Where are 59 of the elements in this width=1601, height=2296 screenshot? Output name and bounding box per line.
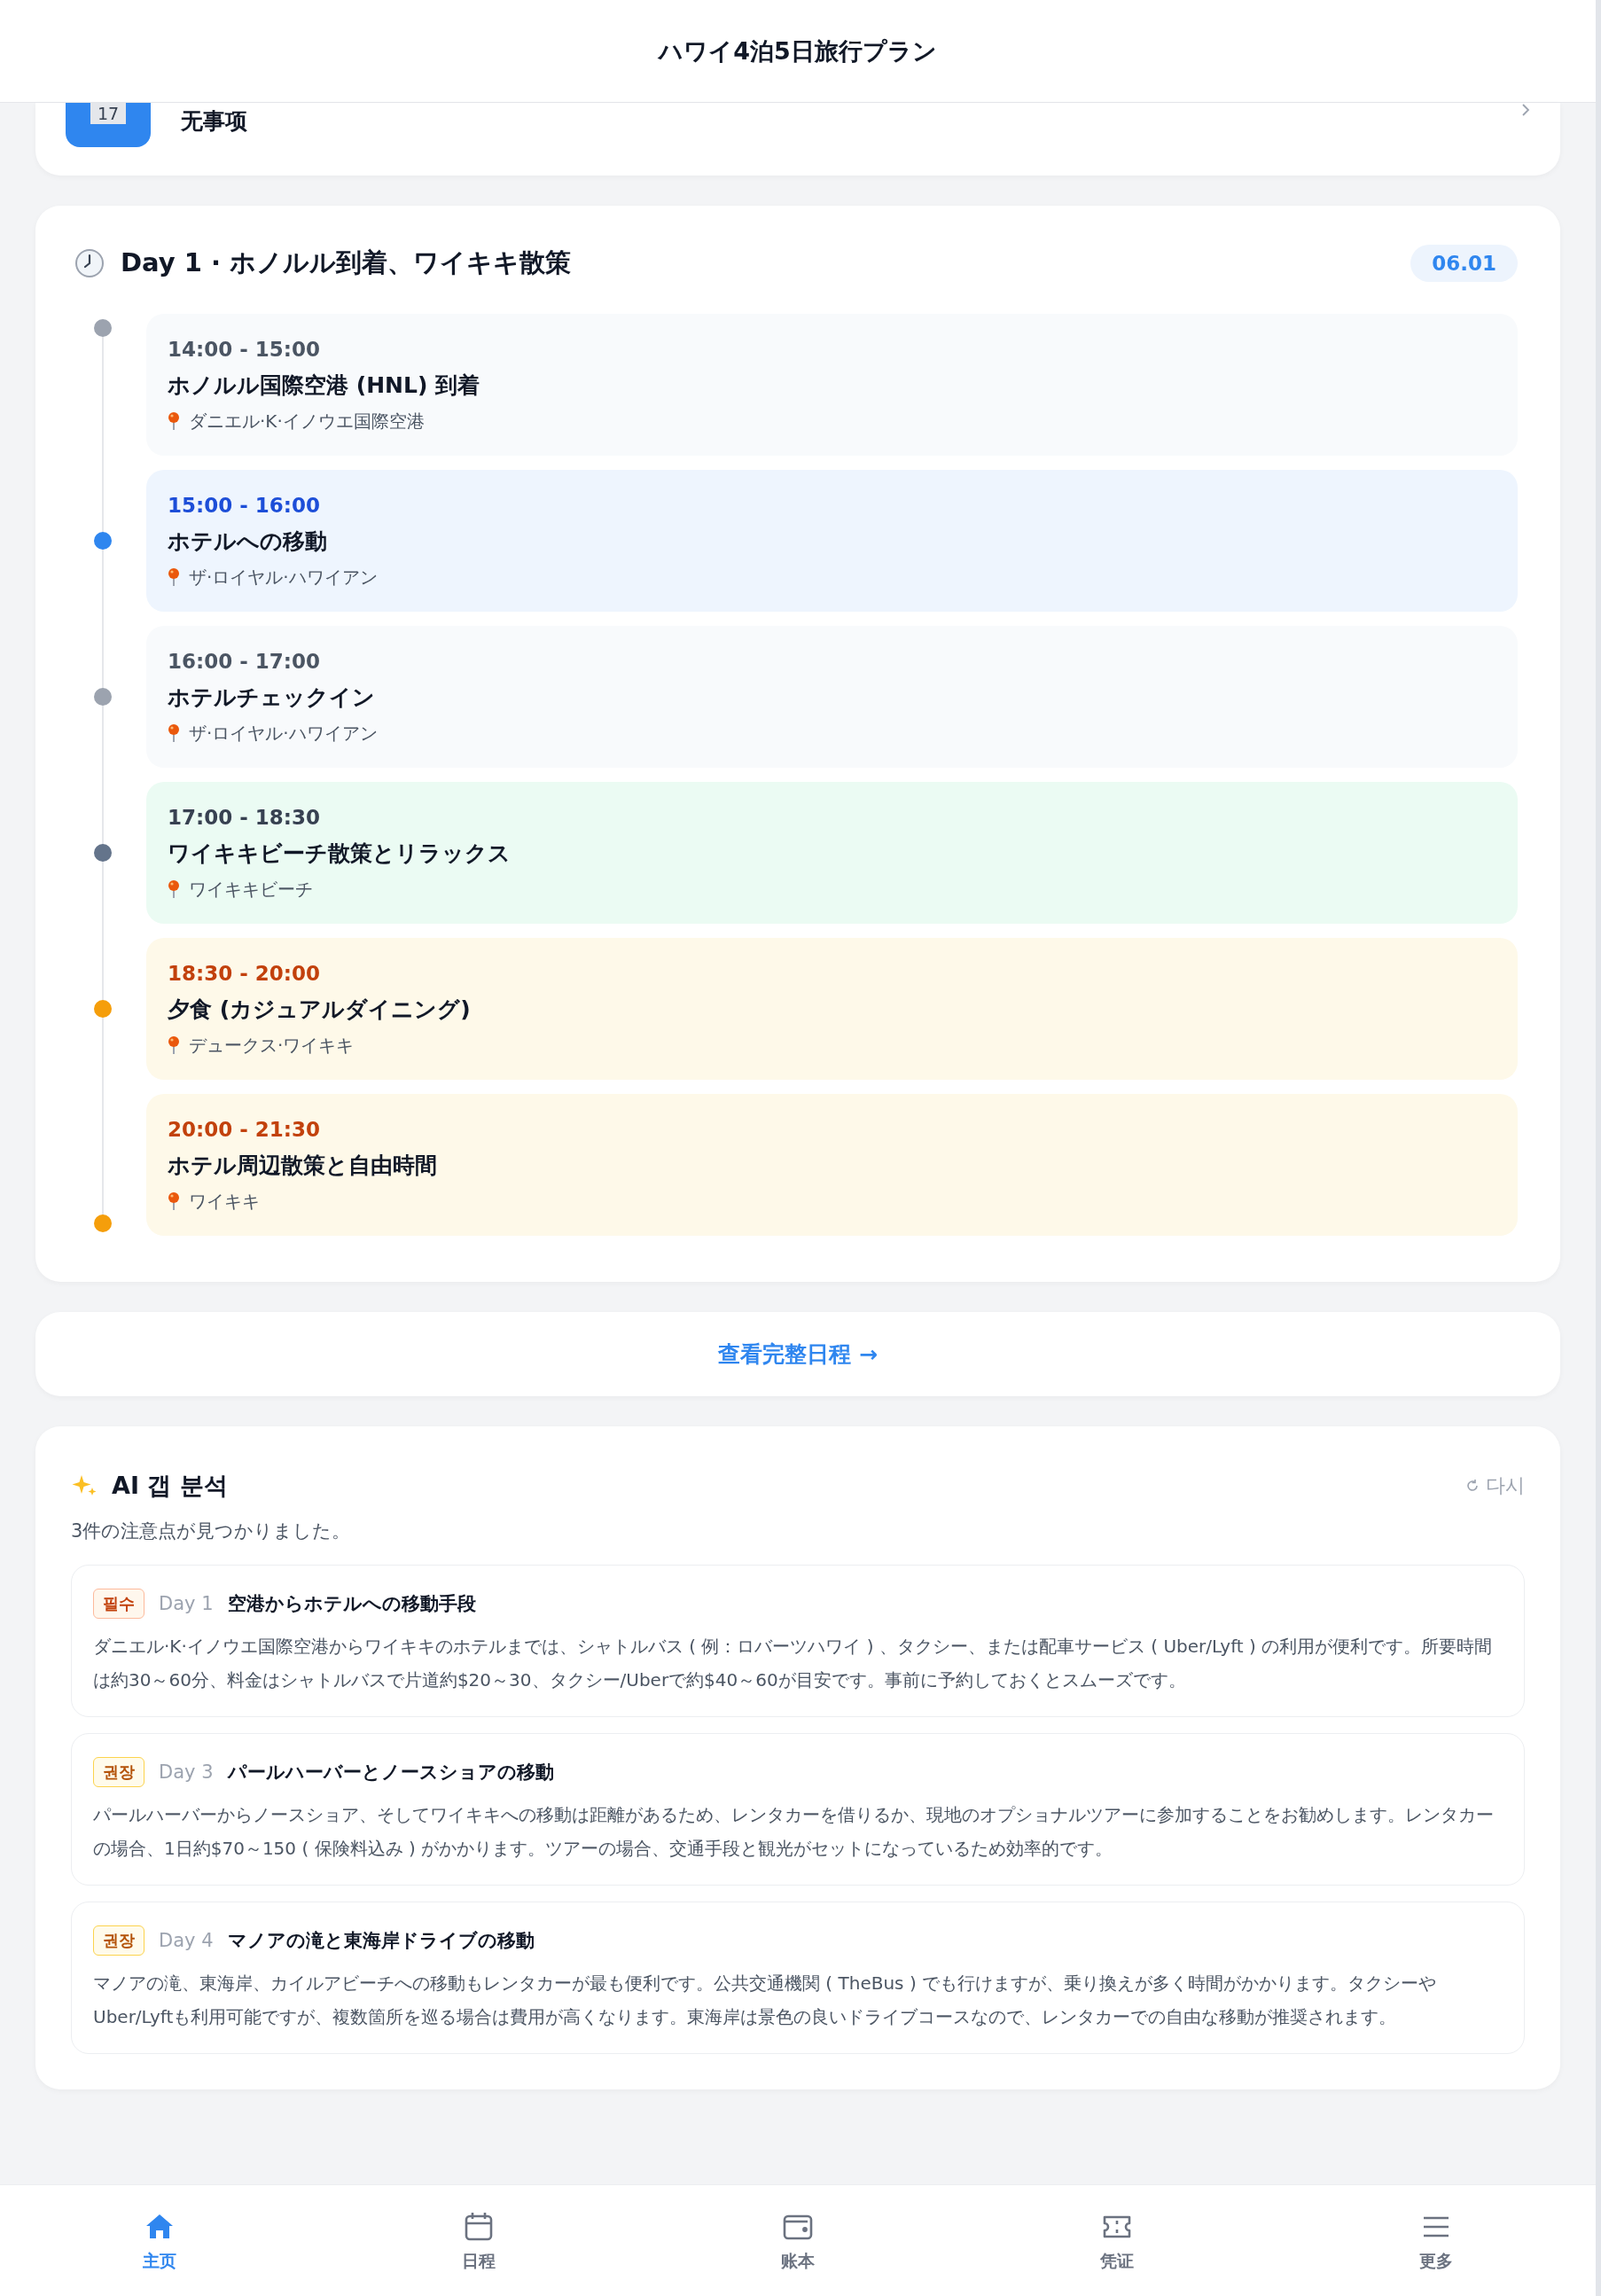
section-title: AI 갭 분석 [112,1471,228,1501]
time-range: 20:00 - 21:30 [168,1117,321,1143]
schedule-item[interactable]: 20:00 - 21:30 ホテル周辺散策と自由時間 ワイキキ [146,1094,1518,1236]
time-range: 14:00 - 15:00 [168,337,321,363]
today-card[interactable]: 17 无事项 [35,103,1560,176]
pin-icon [168,1191,180,1211]
schedule-item[interactable]: 14:00 - 15:00 ホノルル国際空港 (HNL) 到着 ダニエル·K·イノウエ国際空港 [146,314,1518,456]
issue-title: マノアの滝と東海岸ドライブの移動 [227,1929,535,1953]
location-text: ワイキキ [189,1190,260,1214]
priority-badge: 권장 [93,1925,144,1956]
item-title: ワイキキビーチ散策とリラックス [168,840,512,868]
issue-title: パールハーバーとノースショアの移動 [227,1761,554,1784]
time-range: 17:00 - 18:30 [168,805,321,831]
priority-badge: 필수 [93,1589,144,1619]
time-range: 16:00 - 17:00 [168,649,321,675]
day-label: Day 1 [159,1593,214,1614]
nav-tab[interactable]: 凭证 [1064,2185,1170,2296]
page-title: ハワイ4泊5日旅行プラン [659,35,937,66]
priority-badge: 권장 [93,1757,144,1787]
full-schedule-link[interactable]: 查看完整日程 → [718,1339,878,1369]
item-title: 夕食 (カジュアルダイニング) [168,996,472,1024]
schedule-item[interactable]: 17:00 - 18:30 ワイキキビーチ散策とリラックス ワイキキビーチ [146,782,1518,924]
clock-icon [74,248,105,278]
item-title: ホテル周辺散策と自由時間 [168,1152,438,1180]
pin-icon [168,879,180,899]
nav-tab[interactable]: 更多 [1383,2185,1489,2296]
nav-tab[interactable]: 账本 [745,2185,851,2296]
date-badge: 06.01 [1410,245,1518,282]
location-text: ザ·ロイヤル·ハワイアン [189,566,378,590]
issue-title: 空港からホテルへの移動手段 [227,1592,476,1616]
pin-icon [168,567,180,587]
location-text: ワイキキビーチ [189,878,313,902]
item-title: ホテルへの移動 [168,527,328,556]
day-title: Day 1 · ホノルル到着、ワイキキ散策 [121,246,572,279]
nav-tab[interactable]: 日程 [426,2185,532,2296]
schedule-item[interactable]: 15:00 - 16:00 ホテルへの移動 ザ·ロイヤル·ハワイアン [146,470,1518,612]
chevron-right-icon [1521,103,1530,117]
pin-icon [168,411,180,431]
time-range: 15:00 - 16:00 [168,493,321,519]
item-title: ホテルチェックイン [168,683,376,712]
issue-text: ダニエル·K·イノウエ国際空港からワイキキのホテルまでは、シャトルバス ( 例：ロバーツハワイ ) 、タクシー、または配車サービス ( Uber/Lyft ) の利用が便利です。所要時間は約30～60分、料金はシャトルバスで片道約$20～30、タクシー/Uberで約$40～60が目安です。事前に予約しておくとスムーズです。 [93,1635,1494,1692]
location-text: デュークス·ワイキキ [189,1034,355,1058]
issue-text: パールハーバーからノースショア、そしてワイキキへの移動は距離があるため、レンタカーを借りるか、現地のオプショナルツアーに参加することをお勧めします。レンタカーの場合、1日約$70～150 ( 保険料込み ) がかかります。ツアーの場合、交通手段と観光がセットになっているため効率的です。 [93,1803,1495,1861]
schedule-item[interactable]: 16:00 - 17:00 ホテルチェックイン ザ·ロイヤル·ハワイアン [146,626,1518,768]
day-label: Day 3 [159,1761,214,1783]
refresh-icon [1464,1478,1480,1494]
pin-icon [168,723,180,743]
summary-text: 3件の注意点が見つかりました。 [71,1519,352,1543]
nav-tab[interactable]: 主页 [106,2185,213,2296]
time-range: 18:30 - 20:00 [168,961,321,987]
schedule-item[interactable]: 18:30 - 20:00 夕食 (カジュアルダイニング) デュークス·ワイキキ [146,938,1518,1080]
no-events-text: 无事项 [181,107,247,136]
calendar-date: 17 [90,103,127,124]
day-label: Day 4 [159,1930,214,1951]
issue-text: マノアの滝、東海岸、カイルアビーチへの移動もレンタカーが最も便利です。公共交通機関 ( TheBus ) でも行けますが、乗り換えが多く時間がかかります。タクシーやUber/Lyftも利用可能ですが、複数箇所を巡る場合は費用が高くなります。東海岸は景色の良いドライブコースなので、レンタカーでの自由な移動が推奨されます。 [93,1972,1438,2029]
pin-icon [168,1035,180,1055]
item-title: ホノルル国際空港 (HNL) 到着 [168,371,481,400]
location-text: ザ·ロイヤル·ハワイアン [189,722,378,746]
location-text: ダニエル·K·イノウエ国際空港 [189,410,425,433]
